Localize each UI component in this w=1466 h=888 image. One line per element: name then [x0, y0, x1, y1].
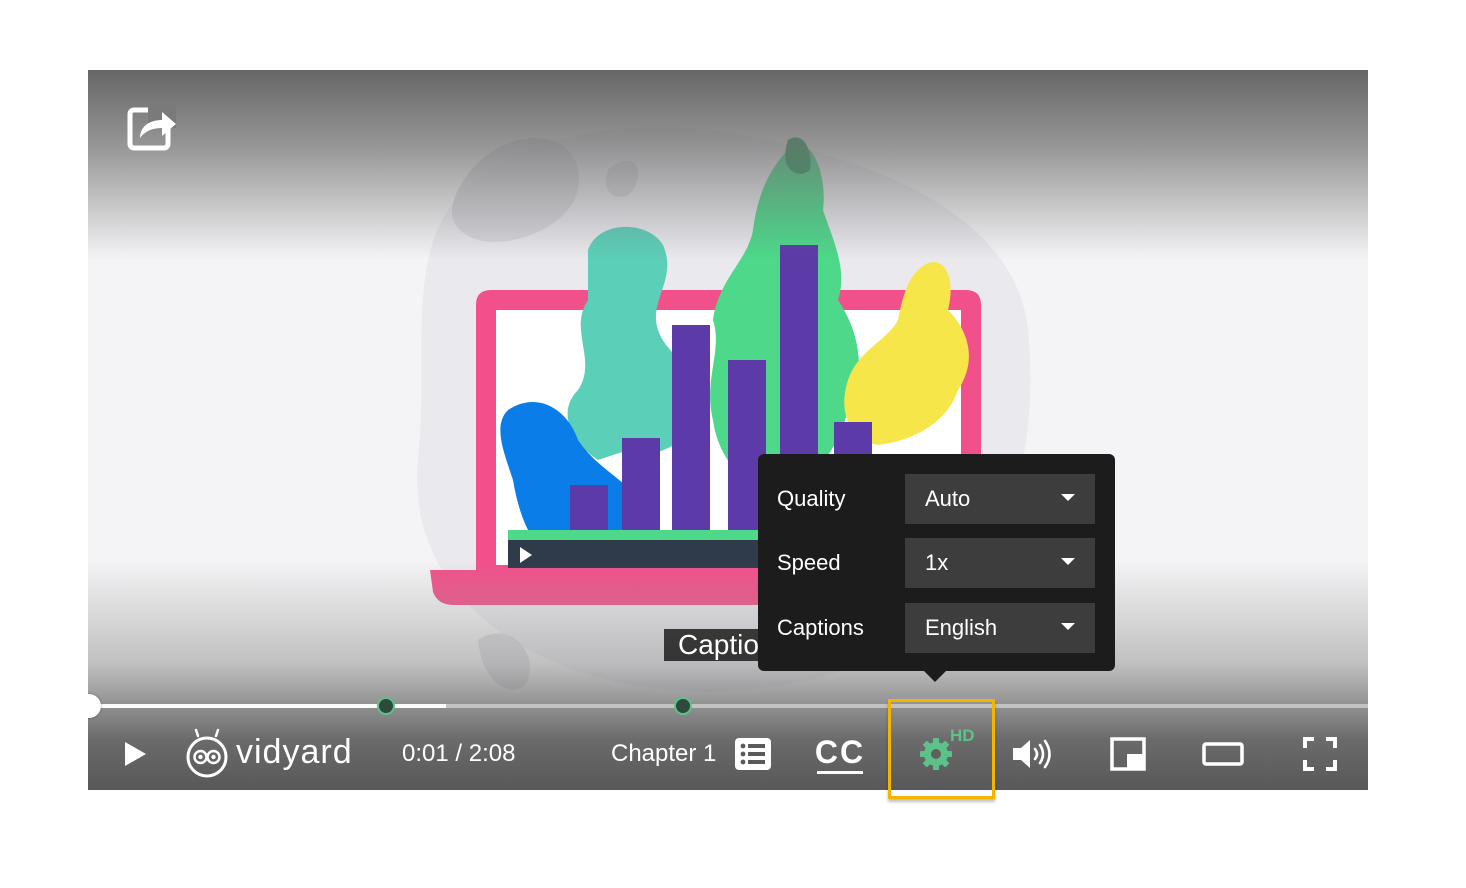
quality-row: Quality Auto [758, 474, 1115, 524]
theater-mode-icon [1202, 742, 1244, 766]
quality-select[interactable]: Auto [905, 474, 1095, 524]
progress-bar[interactable] [88, 694, 1368, 718]
captions-select[interactable]: English [905, 603, 1095, 653]
play-button[interactable] [110, 718, 160, 790]
captions-label: Captions [777, 615, 864, 640]
volume-button[interactable] [1008, 718, 1060, 790]
fullscreen-icon [1303, 737, 1337, 771]
hd-badge: HD [950, 726, 975, 745]
quality-label: Quality [777, 486, 846, 511]
top-gradient-overlay [88, 70, 1368, 260]
chapter-marker[interactable] [376, 697, 395, 715]
cc-label: CC [814, 733, 866, 770]
vidyard-logo-link[interactable]: vidyard [186, 718, 368, 790]
speed-row: Speed 1x [758, 538, 1115, 588]
chevron-down-icon [1061, 623, 1075, 630]
chapter-label[interactable]: Chapter 1 [611, 738, 716, 770]
speed-select[interactable]: 1x [905, 538, 1095, 588]
fullscreen-button[interactable] [1298, 718, 1342, 790]
gear-icon [920, 738, 952, 770]
captions-value: English [925, 615, 998, 640]
quality-value: Auto [925, 486, 971, 511]
share-icon [127, 104, 176, 151]
speed-value: 1x [925, 550, 949, 575]
share-button[interactable] [124, 100, 180, 156]
chapter-list-icon [735, 738, 771, 770]
captions-button[interactable]: CC [812, 718, 868, 790]
settings-menu: Quality Auto Speed 1x Captions English [758, 454, 1115, 682]
theater-mode-button[interactable] [1198, 718, 1248, 790]
chevron-down-icon [1061, 494, 1075, 501]
settings-menu-pointer [924, 671, 946, 682]
picture-in-picture-icon [1110, 737, 1146, 771]
chevron-down-icon [1061, 558, 1075, 565]
volume-icon [1013, 739, 1051, 769]
speed-label: Speed [777, 550, 841, 575]
cc-active-underline [817, 770, 863, 774]
video-player[interactable]: Caption vidyard 0:01 / 2:08 Chapter 1 CC… [88, 70, 1368, 790]
play-icon [125, 742, 146, 766]
brand-wordmark: vidyard [236, 733, 353, 771]
chapters-button[interactable] [730, 718, 776, 790]
time-display: 0:01 / 2:08 [402, 740, 516, 767]
picture-in-picture-button[interactable] [1106, 718, 1150, 790]
captions-row: Captions English [758, 603, 1115, 653]
